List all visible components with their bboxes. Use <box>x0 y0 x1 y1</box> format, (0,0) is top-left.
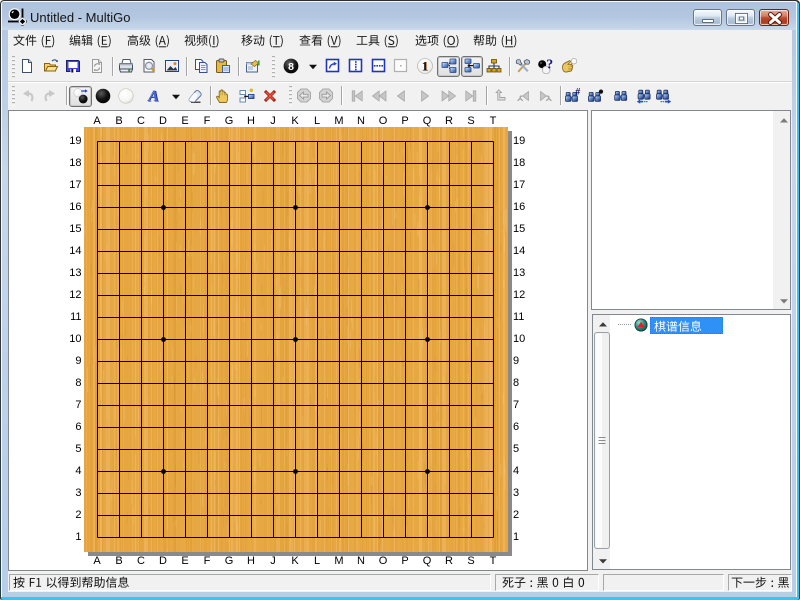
svg-text:1: 1 <box>422 59 428 73</box>
svg-text:8: 8 <box>288 61 294 73</box>
svg-text:?: ? <box>546 58 553 72</box>
svg-text:A: A <box>147 88 159 104</box>
svg-text:#: # <box>575 88 580 97</box>
